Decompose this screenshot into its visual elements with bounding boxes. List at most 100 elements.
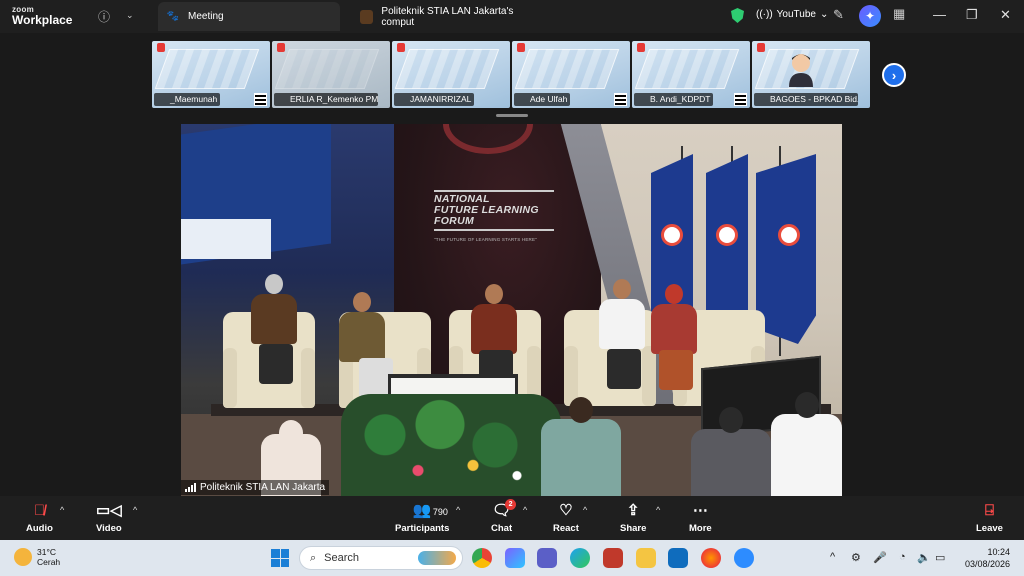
youtube-stream-button[interactable]: ((·)) YouTube ⌄ (756, 9, 828, 20)
search-placeholder: Search (324, 552, 360, 564)
ai-companion-icon[interactable]: ✦ (859, 5, 881, 27)
heart-icon: ♡ (559, 502, 573, 519)
battery-icon[interactable]: ▭ (935, 551, 945, 564)
participants-button[interactable]: 👥 790 Participants (395, 501, 449, 534)
gallery-next-button[interactable]: › (882, 63, 906, 87)
pen-icon[interactable]: ✎ (833, 7, 844, 23)
grid-view-icon[interactable]: ▦ (893, 6, 905, 22)
speaker-name: Politeknik STIA LAN Jakarta (200, 482, 326, 493)
avatar (789, 54, 813, 87)
mic-muted-icon (277, 43, 285, 52)
audio-options-caret[interactable]: ^ (60, 505, 64, 515)
system-clock[interactable]: 10:24 03/08/2026 (960, 546, 1010, 570)
close-icon[interactable]: ✕ (1000, 7, 1011, 23)
tab-meeting[interactable]: 🐾 Meeting (158, 2, 340, 31)
firefox-icon[interactable] (701, 548, 721, 568)
sun-icon (14, 548, 32, 566)
windows-taskbar: 31°C Cerah ⌕ Search ^ ⚙ 🎤 ◔ 🔈 ▭ 10:24 03… (0, 540, 1024, 576)
windows-start-icon[interactable] (271, 549, 289, 567)
participants-options-caret[interactable]: ^ (456, 505, 460, 515)
chat-options-caret[interactable]: ^ (523, 505, 527, 515)
network-icon[interactable]: ⚙ (851, 551, 861, 564)
gallery-strip: _Maemunah ERLIA R_Kemenko PMK JAMANIRRIZ… (152, 41, 872, 108)
weather-widget[interactable]: 31°C Cerah (14, 547, 60, 567)
exit-icon: ⍈ (984, 502, 994, 519)
weather-condition: Cerah (37, 557, 61, 567)
participant-tile[interactable]: _Maemunah (152, 41, 270, 108)
mic-icon[interactable]: 🎤 (873, 551, 887, 564)
share-button[interactable]: ⇪ Share (620, 501, 646, 534)
chrome-icon[interactable] (472, 548, 492, 568)
zoom-logo: zoom Workplace (12, 6, 73, 27)
flower-arrangement (341, 394, 561, 496)
react-options-caret[interactable]: ^ (583, 505, 587, 515)
participants-icon: 👥 790 (413, 501, 448, 521)
mic-muted-icon (157, 43, 165, 52)
shield-icon[interactable] (731, 8, 744, 23)
audience-member (691, 407, 771, 496)
title-bar: zoom Workplace ⓘ ⌄ 🐾 Meeting Politeknik … (0, 0, 1024, 33)
chevron-down-icon[interactable]: ⌄ (126, 10, 134, 21)
participant-tile[interactable]: Ade Ulfah (512, 41, 630, 108)
flag (756, 154, 816, 344)
store-icon[interactable] (603, 548, 623, 568)
search-highlight-icon (418, 551, 456, 565)
react-button[interactable]: ♡ React (553, 501, 579, 534)
participant-count: 790 (432, 507, 448, 517)
mic-muted-icon (637, 43, 645, 52)
qr-code-icon (254, 93, 267, 106)
audio-button[interactable]: 🎙̸ Audio (26, 501, 53, 534)
copilot-icon[interactable] (505, 548, 525, 568)
leave-button[interactable]: ⍈ Leave (976, 501, 1003, 534)
audience-member (541, 397, 621, 496)
mic-muted-icon (757, 43, 765, 52)
chevron-up-icon[interactable]: ^ (830, 551, 835, 563)
teams-icon[interactable] (537, 548, 557, 568)
share-options-caret[interactable]: ^ (656, 505, 660, 515)
logo-bottom: Workplace (12, 13, 73, 27)
participant-tile[interactable]: BAGOES - BPKAD Bid... (752, 41, 870, 108)
tab-shared-screen[interactable]: Politeknik STIA LAN Jakarta's comput (352, 2, 542, 31)
volume-icon[interactable]: 🔈 (917, 551, 931, 564)
more-button[interactable]: ⋯ More (689, 501, 712, 534)
participant-tile[interactable]: B. Andi_KDPDT (632, 41, 750, 108)
search-icon: ⌕ (310, 551, 317, 564)
audience-member (771, 392, 842, 496)
camera-icon: ▭◁ (96, 502, 122, 519)
paw-icon: 🐾 (166, 11, 180, 22)
participant-tile[interactable]: JAMANIRRIZAL (392, 41, 510, 108)
participant-name: JAMANIRRIZAL (394, 93, 475, 106)
minimize-icon[interactable]: — (933, 7, 946, 22)
video-button[interactable]: ▭◁ Video (96, 501, 122, 534)
resize-handle[interactable] (496, 114, 528, 117)
search-input[interactable]: ⌕ Search (299, 546, 463, 570)
qr-code-icon (734, 93, 747, 106)
chat-icon: 🗨 2 (492, 499, 517, 521)
outlook-icon[interactable] (668, 548, 688, 568)
mic-muted-icon: 🎙̸ (33, 502, 46, 519)
tab-meeting-label: Meeting (188, 11, 224, 22)
participant-name: Ade Ulfah (514, 93, 571, 106)
wifi-icon[interactable]: ◔ (899, 551, 906, 563)
chat-button[interactable]: 🗨 2 Chat (491, 499, 517, 534)
tab-shared-screen-label: Politeknik STIA LAN Jakarta's comput (381, 5, 514, 28)
participant-tile[interactable]: ERLIA R_Kemenko PMK (272, 41, 390, 108)
participant-name: B. Andi_KDPDT (634, 93, 714, 106)
participant-name: BAGOES - BPKAD Bid... (754, 93, 858, 106)
time: 10:24 (987, 547, 1010, 557)
video-name-tag: Politeknik STIA LAN Jakarta (181, 480, 330, 495)
participant-name: _Maemunah (154, 93, 221, 106)
info-icon[interactable]: ⓘ (98, 8, 110, 25)
youtube-label: YouTube (776, 9, 816, 20)
video-options-caret[interactable]: ^ (133, 505, 137, 515)
share-thumb-icon (360, 9, 374, 24)
edge-icon[interactable] (570, 548, 590, 568)
mic-muted-icon (517, 43, 525, 52)
more-icon: ⋯ (692, 502, 708, 519)
file-explorer-icon[interactable] (636, 548, 656, 568)
main-video[interactable]: NATIONAL FUTURE LEARNING FORUM "THE FUTU… (181, 124, 842, 496)
maximize-icon[interactable]: ❐ (966, 7, 978, 23)
zoom-app-icon[interactable] (734, 548, 754, 568)
date: 03/08/2026 (964, 559, 1010, 569)
temperature: 31°C (37, 547, 56, 557)
